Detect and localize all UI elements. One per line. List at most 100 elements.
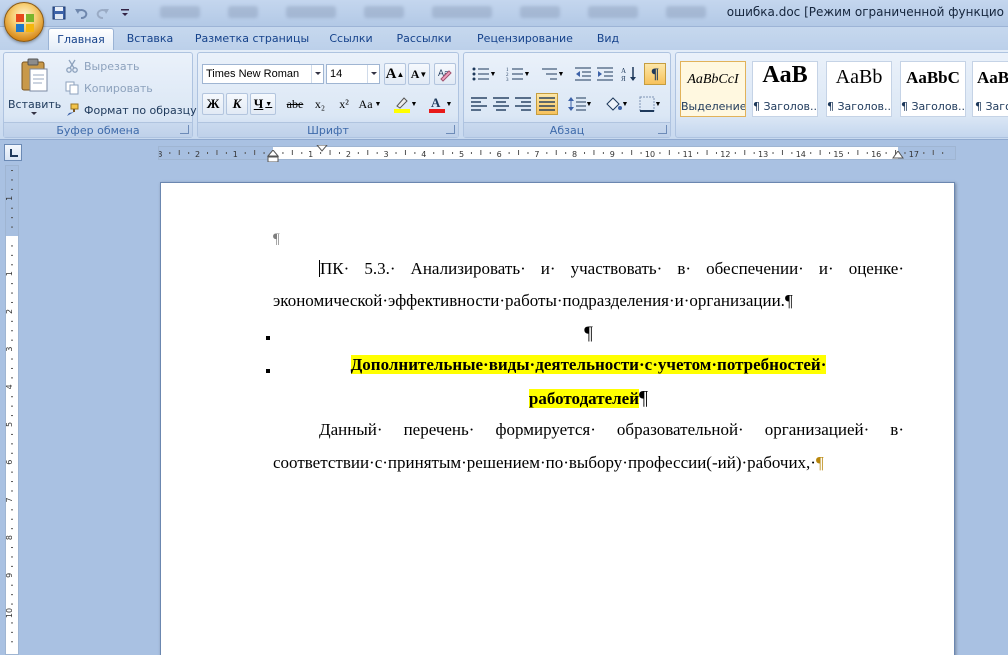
- font-color-dropdown-icon[interactable]: ▼: [446, 100, 453, 108]
- vruler-tick-mark: [11, 603, 13, 605]
- borders-dropdown-icon[interactable]: ▼: [655, 100, 662, 108]
- font-size-dropdown-icon[interactable]: [367, 65, 379, 83]
- vertical-ruler[interactable]: 2112345678910: [5, 165, 19, 655]
- paragraph-2-line-2[interactable]: соответствии·с·принятым·решением·по·выбо…: [273, 453, 824, 473]
- paragraph-1-line-1[interactable]: ПК· 5.3.· Анализировать· и· участвовать·…: [273, 259, 904, 279]
- ruler-tick-mark: [697, 152, 699, 154]
- tab-selector-button[interactable]: [4, 144, 22, 161]
- grow-font-button[interactable]: A ▲: [384, 63, 406, 85]
- align-left-button[interactable]: [468, 93, 490, 115]
- bullets-dropdown-icon[interactable]: ▼: [490, 70, 497, 78]
- ruler-tick-mark: [357, 152, 359, 154]
- multilevel-list-button[interactable]: ▼: [536, 63, 568, 85]
- bold-button[interactable]: Ж: [202, 93, 224, 115]
- horizontal-ruler[interactable]: 3 2 1 1 2 3 4 5 6 7 8 9 10 11 12 13 14 15 16 17: [158, 145, 956, 162]
- first-line-indent-marker-icon[interactable]: [316, 145, 328, 155]
- heading-line-2[interactable]: работодателей¶: [273, 387, 904, 410]
- line-spacing-dropdown-icon[interactable]: ▼: [586, 100, 593, 108]
- ruler-tick-label: 7: [534, 150, 539, 159]
- bullets-button[interactable]: ▼: [468, 63, 500, 85]
- cut-button[interactable]: Вырезать: [64, 56, 139, 76]
- paragraph-dialog-launcher[interactable]: [658, 125, 667, 134]
- ruler-tick-mark: [847, 152, 849, 154]
- paste-button[interactable]: Вставить: [8, 55, 61, 121]
- borders-button[interactable]: ▼: [634, 93, 666, 115]
- redo-icon[interactable]: [94, 4, 112, 22]
- right-indent-marker-icon[interactable]: [892, 151, 904, 161]
- justify-icon: [539, 97, 555, 111]
- vruler-tick-mark: [11, 396, 13, 398]
- paste-dropdown-icon[interactable]: [31, 112, 37, 118]
- show-marks-button[interactable]: ¶: [644, 63, 666, 85]
- sort-button[interactable]: AЯ: [618, 63, 640, 85]
- italic-button[interactable]: К: [226, 93, 248, 115]
- ruler-tick-label: 5: [459, 150, 464, 159]
- document-page[interactable]: ¶ ПК· 5.3.· Анализировать· и· участвоват…: [160, 182, 955, 655]
- clipboard-group: Вставить Вырезать Копировать Формат по о…: [3, 52, 197, 138]
- cut-label: Вырезать: [84, 59, 140, 73]
- strikethrough-button[interactable]: abe: [282, 93, 308, 115]
- customize-qat-icon[interactable]: [116, 4, 134, 22]
- paragraph-2-line-1[interactable]: Данный· перечень· формируется· образоват…: [273, 420, 904, 440]
- ruler-tick-mark: [942, 152, 944, 154]
- save-icon[interactable]: [50, 4, 68, 22]
- align-center-button[interactable]: [490, 93, 512, 115]
- vruler-tick-mark: [11, 509, 13, 511]
- tab-references[interactable]: Ссылки: [322, 28, 380, 50]
- font-name-combo[interactable]: Times New Roman: [202, 64, 324, 84]
- tab-page-layout[interactable]: Разметка страницы: [190, 28, 314, 50]
- decrease-indent-button[interactable]: [572, 63, 594, 85]
- vruler-tick-mark: [11, 565, 13, 567]
- style-heading-1[interactable]: AaB ¶ Заголов...: [752, 61, 818, 117]
- tab-insert[interactable]: Вставка: [120, 28, 180, 50]
- vruler-tick-mark: [11, 471, 13, 473]
- align-right-icon: [515, 97, 531, 111]
- clear-formatting-button[interactable]: Aa: [434, 63, 456, 85]
- numbering-button[interactable]: 123 ▼: [502, 63, 534, 85]
- tab-view[interactable]: Вид: [590, 28, 626, 50]
- numbering-dropdown-icon[interactable]: ▼: [524, 70, 531, 78]
- undo-icon[interactable]: [72, 4, 90, 22]
- ruler-tick-mark: [527, 152, 529, 154]
- shading-button[interactable]: ▼: [600, 93, 632, 115]
- style-emphasis[interactable]: AaBbCcI Выделение: [680, 61, 746, 117]
- copy-button[interactable]: Копировать: [64, 78, 153, 98]
- subscript-button[interactable]: x₂: [308, 93, 332, 115]
- style-heading-3[interactable]: AaBbC ¶ Заголов...: [900, 61, 966, 117]
- tab-review[interactable]: Рецензирование: [470, 28, 580, 50]
- underline-button[interactable]: Ч ▼: [250, 93, 276, 115]
- clipboard-dialog-launcher[interactable]: [180, 125, 189, 134]
- font-name-dropdown-icon[interactable]: [311, 65, 323, 83]
- office-button[interactable]: [4, 2, 44, 42]
- multilevel-dropdown-icon[interactable]: ▼: [558, 70, 565, 78]
- style-heading-2[interactable]: AaBb ¶ Заголов...: [826, 61, 892, 117]
- change-case-button[interactable]: Aa ▼: [356, 93, 384, 115]
- ruler-tick-mark: [593, 150, 595, 155]
- ruler-tick-label: 15: [833, 150, 843, 159]
- shrink-font-button[interactable]: A ▼: [408, 63, 430, 85]
- vruler-tick-mark: [11, 301, 13, 303]
- align-right-button[interactable]: [512, 93, 534, 115]
- highlight-button[interactable]: ▼: [388, 93, 422, 115]
- font-color-button[interactable]: A ▼: [424, 93, 456, 115]
- line-spacing-button[interactable]: ▼: [564, 93, 596, 115]
- underline-dropdown-icon[interactable]: ▼: [265, 100, 272, 108]
- heading-line-1[interactable]: Дополнительные·виды·деятельности·с·учето…: [273, 355, 904, 375]
- font-size-combo[interactable]: 14: [326, 64, 380, 84]
- shading-dropdown-icon[interactable]: ▼: [622, 100, 629, 108]
- superscript-button[interactable]: x²: [332, 93, 356, 115]
- change-case-dropdown-icon[interactable]: ▼: [375, 100, 382, 108]
- tab-home[interactable]: Главная: [48, 28, 114, 50]
- hanging-indent-marker-icon[interactable]: [267, 150, 279, 162]
- justify-button[interactable]: [536, 93, 558, 115]
- tab-mailings[interactable]: Рассылки: [390, 28, 458, 50]
- ruler-tick-label: 6: [497, 150, 502, 159]
- format-painter-button[interactable]: Формат по образцу: [64, 100, 197, 120]
- highlight-dropdown-icon[interactable]: ▼: [411, 100, 418, 108]
- ruler-tick-mark: [188, 152, 190, 154]
- style-heading-4[interactable]: AaBb ¶ Загол: [972, 61, 1008, 117]
- increase-indent-button[interactable]: [594, 63, 616, 85]
- paragraph-1-line-2[interactable]: экономической·эффективности·работы·подра…: [273, 291, 793, 311]
- ruler-tick-mark: [244, 152, 246, 154]
- font-dialog-launcher[interactable]: [446, 125, 455, 134]
